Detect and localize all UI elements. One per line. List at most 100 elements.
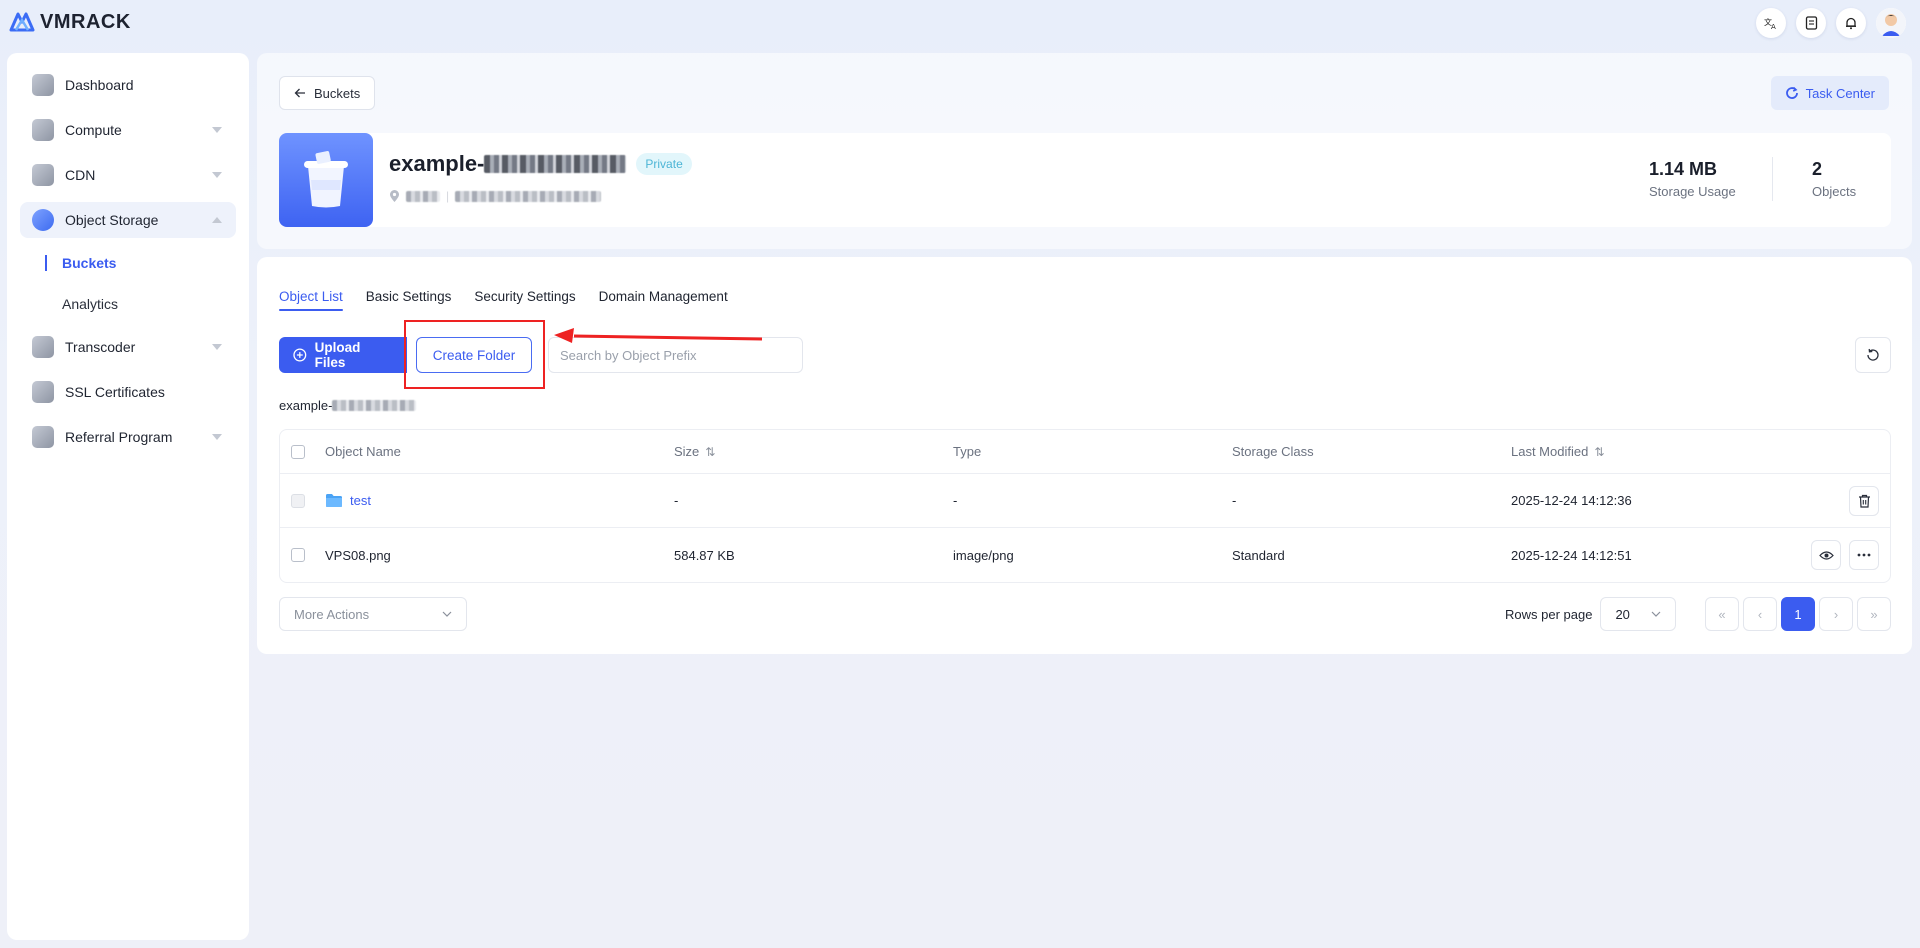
last-page-button[interactable]: » <box>1857 597 1891 631</box>
chevron-down-icon <box>212 434 222 440</box>
more-actions-select[interactable]: More Actions <box>279 597 467 631</box>
pagination: « ‹ 1 › » <box>1705 597 1891 631</box>
ellipsis-icon <box>1857 553 1871 557</box>
sidebar-item-referral-program[interactable]: Referral Program <box>20 419 236 455</box>
first-page-button[interactable]: « <box>1705 597 1739 631</box>
tab-security-settings[interactable]: Security Settings <box>474 289 575 311</box>
rows-per-page-value: 20 <box>1615 606 1630 622</box>
double-chevron-right-icon: » <box>1870 606 1878 622</box>
sidebar-item-object-storage[interactable]: Object Storage <box>20 202 236 238</box>
bucket-meta: | <box>389 189 602 203</box>
bucket-icon <box>279 133 373 227</box>
referral-icon <box>32 426 54 448</box>
object-name-cell[interactable]: test <box>325 493 371 508</box>
storage-class-cell: Standard <box>1232 547 1285 563</box>
arrow-left-icon <box>294 88 305 98</box>
translate-icon[interactable]: 文A <box>1756 8 1786 38</box>
redacted-bucket-name <box>484 155 627 173</box>
back-to-buckets-button[interactable]: Buckets <box>279 76 376 110</box>
redacted-region <box>406 190 440 202</box>
redacted-path <box>332 400 417 411</box>
storage-class-cell: - <box>1232 493 1237 508</box>
col-type: Type <box>953 444 982 459</box>
sidebar-item-label: CDN <box>65 167 96 183</box>
type-cell: - <box>953 493 958 508</box>
more-options-button[interactable] <box>1849 540 1879 570</box>
size-cell: 584.87 KB <box>674 547 735 563</box>
col-object-name: Object Name <box>325 444 401 459</box>
transcoder-icon <box>32 336 54 358</box>
vmrack-logo-icon <box>9 12 35 32</box>
sidebar-subitem-analytics[interactable]: Analytics <box>20 288 236 320</box>
svg-text:A: A <box>1771 23 1776 30</box>
last-modified-cell: 2025-12-24 14:12:36 <box>1511 493 1632 508</box>
rows-per-page-label: Rows per page <box>1505 606 1593 622</box>
sidebar-item-transcoder[interactable]: Transcoder <box>20 329 236 365</box>
objects-label: Objects <box>1812 184 1857 199</box>
chevron-up-icon <box>212 217 222 223</box>
preview-button[interactable] <box>1811 540 1841 570</box>
sidebar-item-label: SSL Certificates <box>65 384 165 400</box>
sidebar: Dashboard Compute CDN Object Storage Buc… <box>7 53 249 940</box>
location-pin-icon <box>390 189 399 202</box>
col-last-modified[interactable]: Last Modified ⇅ <box>1511 444 1604 459</box>
back-button-label: Buckets <box>314 85 361 101</box>
sidebar-subitem-label: Buckets <box>62 255 117 271</box>
prev-page-button[interactable]: ‹ <box>1743 597 1777 631</box>
folder-link[interactable]: test <box>350 493 371 508</box>
brand-name: VMRACK <box>40 10 131 33</box>
select-all-checkbox[interactable] <box>291 444 305 459</box>
sidebar-item-compute[interactable]: Compute <box>20 112 236 148</box>
task-center-button[interactable]: Task Center <box>1770 76 1889 110</box>
tab-domain-management[interactable]: Domain Management <box>599 289 728 311</box>
sidebar-item-label: Transcoder <box>65 339 136 355</box>
size-cell: - <box>674 493 679 508</box>
sidebar-item-label: Object Storage <box>65 212 159 228</box>
sidebar-item-cdn[interactable]: CDN <box>20 157 236 193</box>
cdn-icon <box>32 164 54 186</box>
annotation-arrow-icon <box>554 328 762 343</box>
meta-divider: | <box>446 189 450 203</box>
tab-object-list[interactable]: Object List <box>279 289 343 311</box>
last-modified-cell: 2025-12-24 14:12:51 <box>1511 547 1632 563</box>
col-size[interactable]: Size ⇅ <box>674 444 715 459</box>
chevron-down-icon <box>442 611 452 617</box>
object-table: Object Name Size ⇅ Type Storage Class Las… <box>279 429 1891 583</box>
brand-logo[interactable]: VMRACK <box>8 10 131 34</box>
object-list-panel: Object List Basic Settings Security Sett… <box>257 257 1912 654</box>
sidebar-item-label: Compute <box>65 122 122 138</box>
bucket-header: Buckets Task Center example- Private | 1… <box>257 53 1912 249</box>
col-storage-class: Storage Class <box>1232 444 1314 459</box>
chevron-left-icon: ‹ <box>1757 606 1763 622</box>
bell-icon[interactable] <box>1836 8 1866 38</box>
objects-value: 2 <box>1812 159 1823 179</box>
stat-divider <box>1772 157 1773 201</box>
sidebar-item-label: Referral Program <box>65 429 173 445</box>
document-icon[interactable] <box>1796 8 1826 38</box>
task-center-label: Task Center <box>1805 85 1875 101</box>
avatar[interactable] <box>1876 8 1906 38</box>
sidebar-item-dashboard[interactable]: Dashboard <box>20 67 236 103</box>
sidebar-subitem-buckets[interactable]: Buckets <box>20 247 236 279</box>
current-path: example- <box>279 398 417 413</box>
row-checkbox[interactable] <box>291 548 305 562</box>
rows-per-page-select[interactable]: 20 <box>1600 597 1677 631</box>
ssl-icon <box>32 381 54 403</box>
sidebar-item-ssl-certificates[interactable]: SSL Certificates <box>20 374 236 410</box>
row-checkbox[interactable] <box>291 493 305 508</box>
next-page-button[interactable]: › <box>1819 597 1853 631</box>
sort-icon: ⇅ <box>1594 444 1605 459</box>
chevron-down-icon <box>1652 611 1661 617</box>
compute-icon <box>32 119 54 141</box>
storage-usage-value: 1.14 MB <box>1649 159 1718 179</box>
type-cell: image/png <box>953 547 1014 563</box>
eye-icon <box>1818 550 1834 560</box>
refresh-button[interactable] <box>1855 337 1891 373</box>
upload-files-button[interactable]: Upload Files <box>279 337 407 373</box>
bucket-name: example- Private <box>389 151 692 177</box>
page-number-button[interactable]: 1 <box>1781 597 1815 631</box>
tab-basic-settings[interactable]: Basic Settings <box>366 289 452 311</box>
delete-button[interactable] <box>1849 485 1879 516</box>
highlight-box <box>404 320 545 389</box>
refresh-cycle-icon <box>1785 86 1798 99</box>
